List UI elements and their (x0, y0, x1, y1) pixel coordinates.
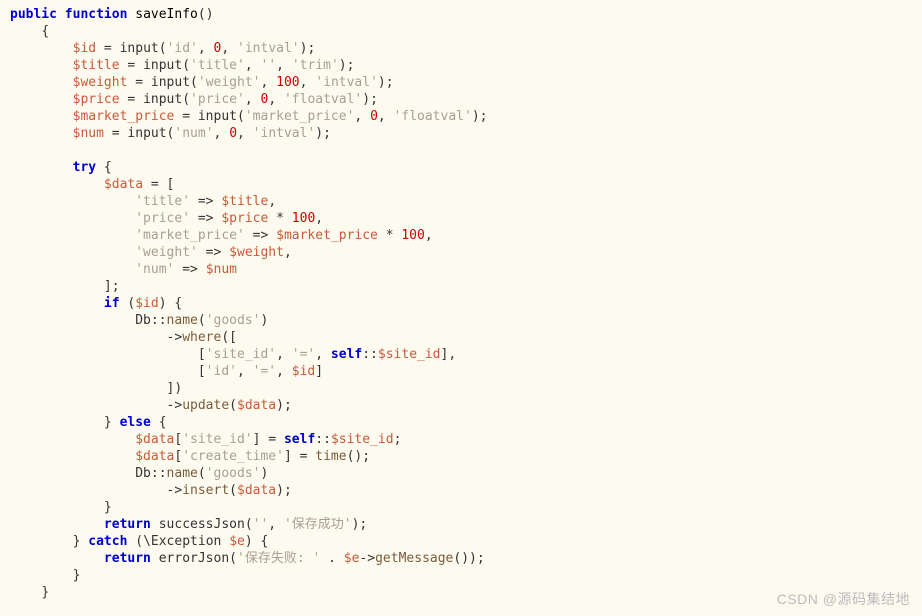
function-name: saveInfo (135, 7, 198, 22)
keyword: public (10, 7, 57, 22)
watermark: CSDN @源码集结地 (777, 591, 910, 608)
code-block: public function saveInfo() { $id = input… (10, 6, 912, 601)
keyword: function (65, 7, 128, 22)
